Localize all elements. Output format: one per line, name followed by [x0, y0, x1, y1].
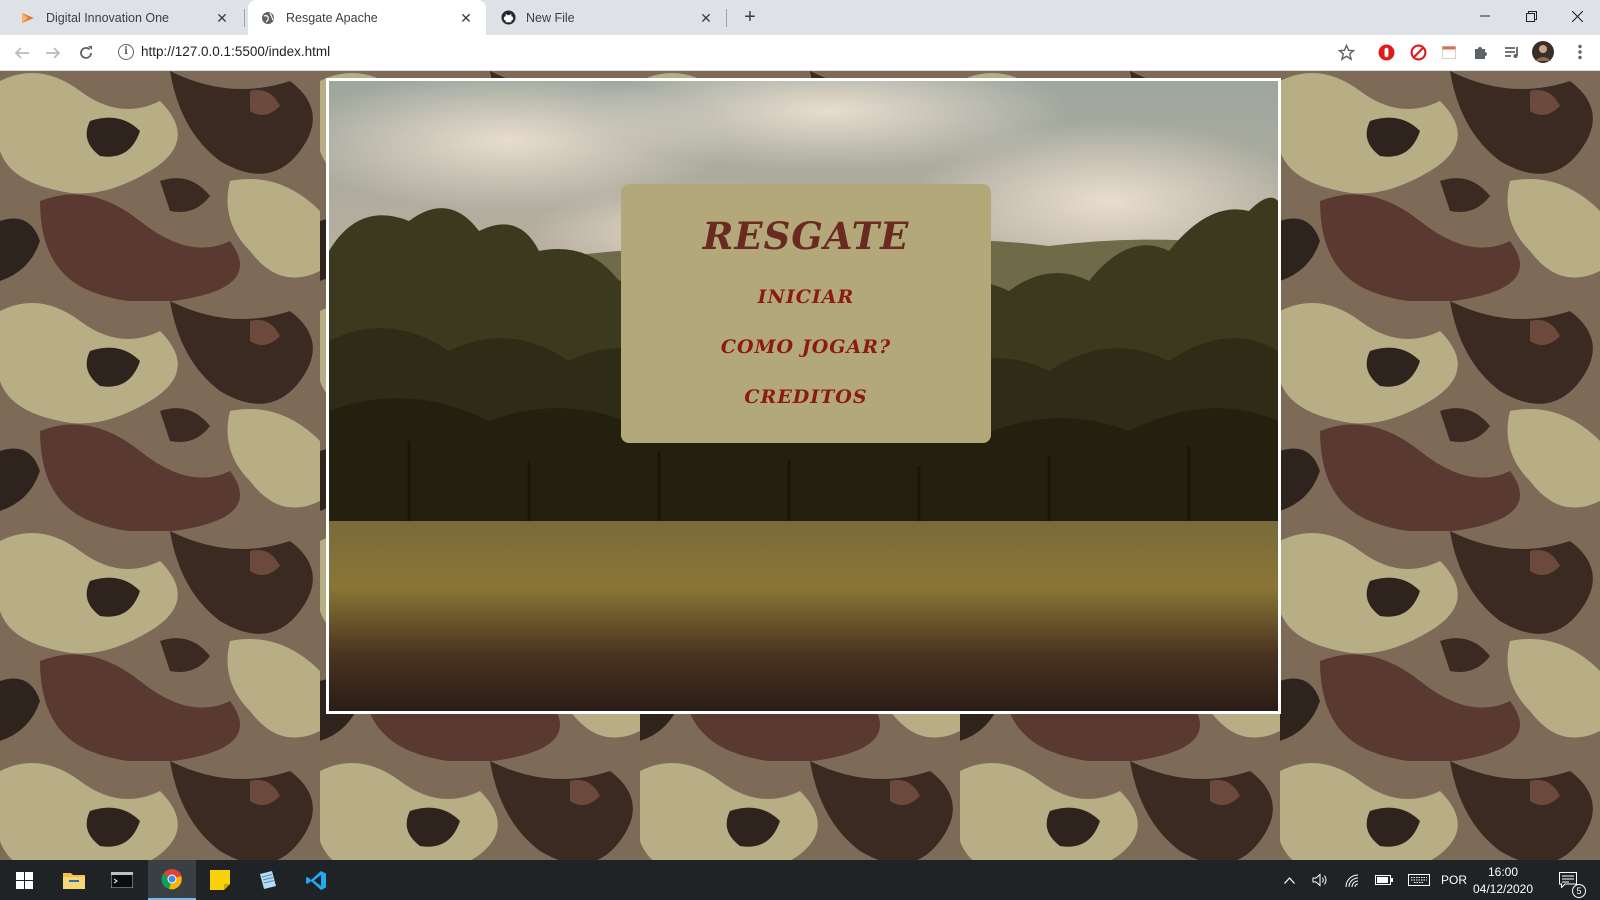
game-title: RESGATE: [702, 214, 910, 258]
restore-icon[interactable]: [1508, 0, 1554, 32]
how-to-play-button[interactable]: COMO JOGAR?: [621, 336, 991, 358]
volume-icon[interactable]: [1306, 860, 1334, 900]
terminal-icon[interactable]: [98, 860, 146, 900]
address-bar[interactable]: http://127.0.0.1:5500/index.html: [141, 44, 330, 59]
close-icon[interactable]: ✕: [698, 10, 714, 26]
vscode-icon[interactable]: [292, 860, 340, 900]
tab-new-file[interactable]: New File ✕: [488, 0, 726, 35]
credits-button[interactable]: CREDITOS: [621, 386, 991, 408]
game-frame: RESGATE INICIAR COMO JOGAR? CREDITOS: [326, 78, 1281, 714]
sticky-notes-icon[interactable]: [196, 860, 244, 900]
clock-time: 16:00: [1487, 865, 1519, 879]
media-queue-icon[interactable]: [1502, 42, 1522, 62]
calendar-extension-icon[interactable]: [1439, 42, 1459, 62]
site-info-icon[interactable]: i: [118, 44, 134, 60]
tab-title: New File: [526, 10, 575, 25]
blocker-extension-icon[interactable]: [1408, 42, 1428, 62]
dio-icon: [20, 10, 36, 26]
tab-separator: [726, 9, 727, 27]
page-viewport: RESGATE INICIAR COMO JOGAR? CREDITOS: [0, 71, 1600, 860]
avatar[interactable]: [1532, 41, 1554, 63]
tab-title: Digital Innovation One: [46, 10, 169, 25]
tab-separator: [244, 9, 245, 27]
windows-taskbar: POR 16:00 04/12/2020 5: [0, 860, 1600, 900]
language-indicator[interactable]: POR: [1438, 860, 1470, 900]
globe-icon: [260, 10, 276, 26]
start-game-button[interactable]: INICIAR: [621, 286, 991, 308]
windows-start-icon[interactable]: [0, 860, 48, 900]
close-icon[interactable]: ✕: [214, 10, 230, 26]
back-arrow-icon[interactable]: [10, 41, 34, 65]
battery-icon[interactable]: [1370, 860, 1398, 900]
extension-red-shield-icon[interactable]: [1376, 42, 1396, 62]
clock-date: 04/12/2020: [1472, 882, 1534, 896]
reload-icon[interactable]: [74, 41, 98, 65]
tab-title: Resgate Apache: [286, 10, 378, 25]
system-clock[interactable]: 16:00 04/12/2020: [1468, 864, 1538, 898]
keyboard-icon[interactable]: [1404, 860, 1434, 900]
close-icon[interactable]: ✕: [458, 10, 474, 26]
file-explorer-icon[interactable]: [50, 860, 98, 900]
tab-resgate-apache[interactable]: Resgate Apache ✕: [248, 0, 486, 35]
minimize-icon[interactable]: [1462, 0, 1508, 32]
tab-digital-innovation-one[interactable]: Digital Innovation One ✕: [8, 0, 242, 35]
wifi-icon[interactable]: [1338, 860, 1366, 900]
close-window-icon[interactable]: [1554, 0, 1600, 32]
more-menu-icon[interactable]: [1570, 42, 1590, 62]
bookmark-star-icon[interactable]: [1336, 42, 1356, 62]
new-tab-button[interactable]: +: [738, 6, 762, 30]
browser-tab-strip: Digital Innovation One ✕ Resgate Apache …: [0, 0, 1600, 35]
chevron-up-icon[interactable]: [1278, 860, 1300, 900]
puzzle-extensions-icon[interactable]: [1471, 42, 1491, 62]
forward-arrow-icon[interactable]: [41, 41, 65, 65]
notification-center-icon[interactable]: 5: [1548, 860, 1588, 900]
github-icon: [500, 10, 516, 26]
chrome-icon[interactable]: [148, 860, 196, 900]
notification-badge: 5: [1572, 884, 1586, 898]
browser-toolbar: i http://127.0.0.1:5500/index.html: [0, 35, 1600, 71]
notepad-icon[interactable]: [244, 860, 292, 900]
main-menu-panel: RESGATE INICIAR COMO JOGAR? CREDITOS: [621, 184, 991, 443]
